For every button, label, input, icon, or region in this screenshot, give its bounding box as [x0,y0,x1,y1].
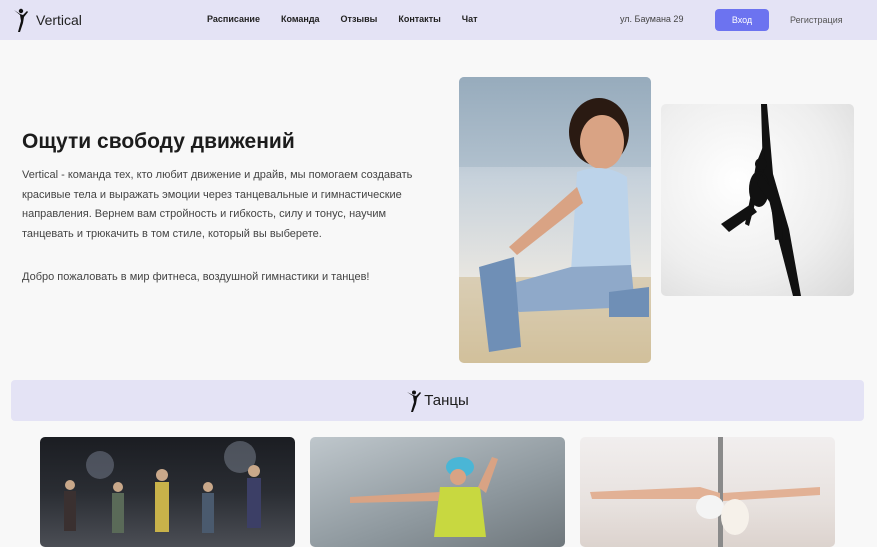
dancer-logo-icon [14,8,28,32]
section-header-dances: Танцы [11,380,864,421]
register-link[interactable]: Регистрация [790,15,843,25]
nav-team[interactable]: Команда [281,14,320,24]
hero-description: Vertical - команда тех, кто любит движен… [22,169,413,240]
section-title: Танцы [424,392,469,409]
nav-reviews[interactable]: Отзывы [341,14,378,24]
logo-text: Vertical [36,12,82,28]
address: ул. Баумана 29 [620,14,684,24]
stretching-woman-photo [459,77,651,363]
logo[interactable]: Vertical [12,7,82,33]
login-button[interactable]: Вход [715,9,769,31]
dance-card-pole[interactable] [580,437,835,547]
aerial-silk-photo [661,104,854,296]
dance-card-hiphop[interactable] [310,437,565,547]
hero-welcome: Добро пожаловать в мир фитнеса, воздушно… [22,271,370,283]
main-nav: Расписание Команда Отзывы Контакты Чат [207,14,499,24]
top-header: Vertical Расписание Команда Отзывы Конта… [0,0,877,40]
hero-title: Ощути свободу движений [22,130,295,153]
nav-schedule[interactable]: Расписание [207,14,260,24]
nav-contacts[interactable]: Контакты [398,14,440,24]
nav-chat[interactable]: Чат [462,14,478,24]
dancer-icon [407,390,422,412]
dance-card-group[interactable] [40,437,295,547]
